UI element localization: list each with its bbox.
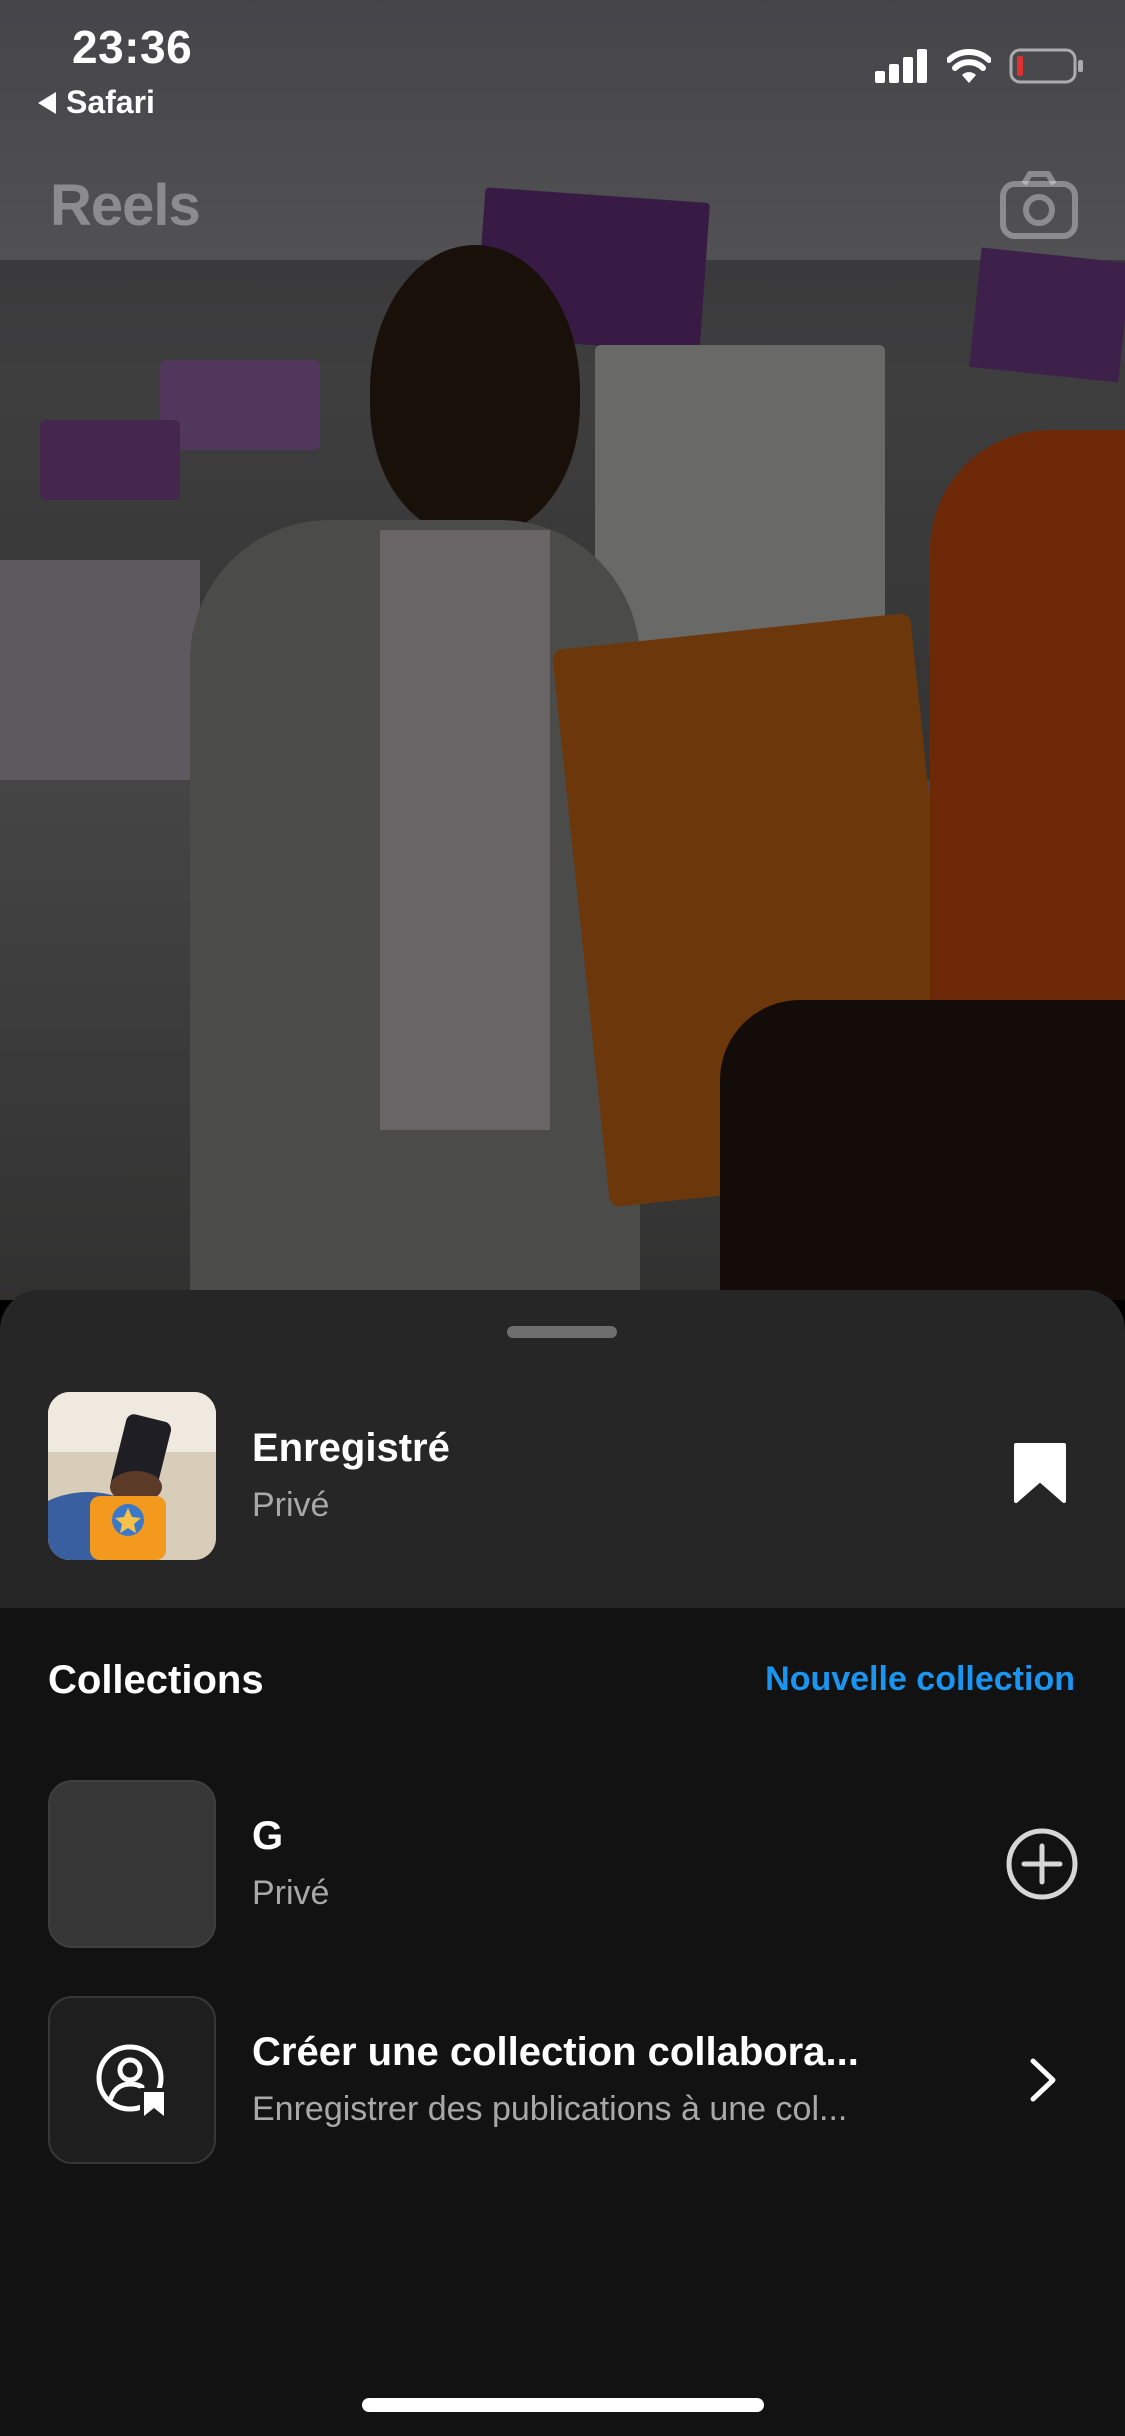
back-app-label: Safari xyxy=(66,84,155,120)
saved-section[interactable]: Enregistré Privé xyxy=(0,1290,1125,1608)
saved-title: Enregistré xyxy=(252,1426,450,1470)
create-collab-collection-title[interactable]: Créer une collection collabora... xyxy=(252,2030,972,2075)
cellular-signal-icon xyxy=(875,49,927,83)
status-time: 23:36 xyxy=(72,21,193,73)
back-triangle-icon xyxy=(38,91,56,114)
save-bottom-sheet: Enregistré Privé Collections Nouvelle co… xyxy=(0,1290,1125,2436)
sheet-grabber[interactable] xyxy=(507,1326,617,1338)
bookmark-filled-icon[interactable] xyxy=(1013,1442,1067,1504)
create-collab-collection-description: Enregistrer des publications à une col..… xyxy=(252,2090,848,2128)
wifi-icon xyxy=(947,49,991,83)
camera-icon[interactable] xyxy=(1000,170,1078,240)
collab-collection-thumbnail[interactable] xyxy=(48,1996,216,2164)
add-circle-icon[interactable] xyxy=(1005,1827,1079,1901)
back-to-safari[interactable]: Safari xyxy=(38,84,155,121)
status-icons xyxy=(875,48,1085,84)
collection-g-thumbnail[interactable] xyxy=(48,1780,216,1948)
home-indicator[interactable] xyxy=(362,2398,764,2412)
saved-post-thumbnail-image xyxy=(48,1392,216,1560)
chevron-right-icon[interactable] xyxy=(1028,2056,1058,2104)
battery-low-icon xyxy=(1009,48,1083,84)
saved-thumbnail xyxy=(48,1392,216,1560)
reels-title: Reels xyxy=(50,173,201,238)
collection-g-privacy: Privé xyxy=(252,1874,330,1912)
collab-user-bookmark-icon xyxy=(96,2044,168,2118)
collection-g-title[interactable]: G xyxy=(252,1814,283,1859)
new-collection-link[interactable]: Nouvelle collection xyxy=(765,1660,1075,1699)
collections-heading: Collections xyxy=(48,1658,264,1702)
saved-privacy: Privé xyxy=(252,1486,330,1524)
